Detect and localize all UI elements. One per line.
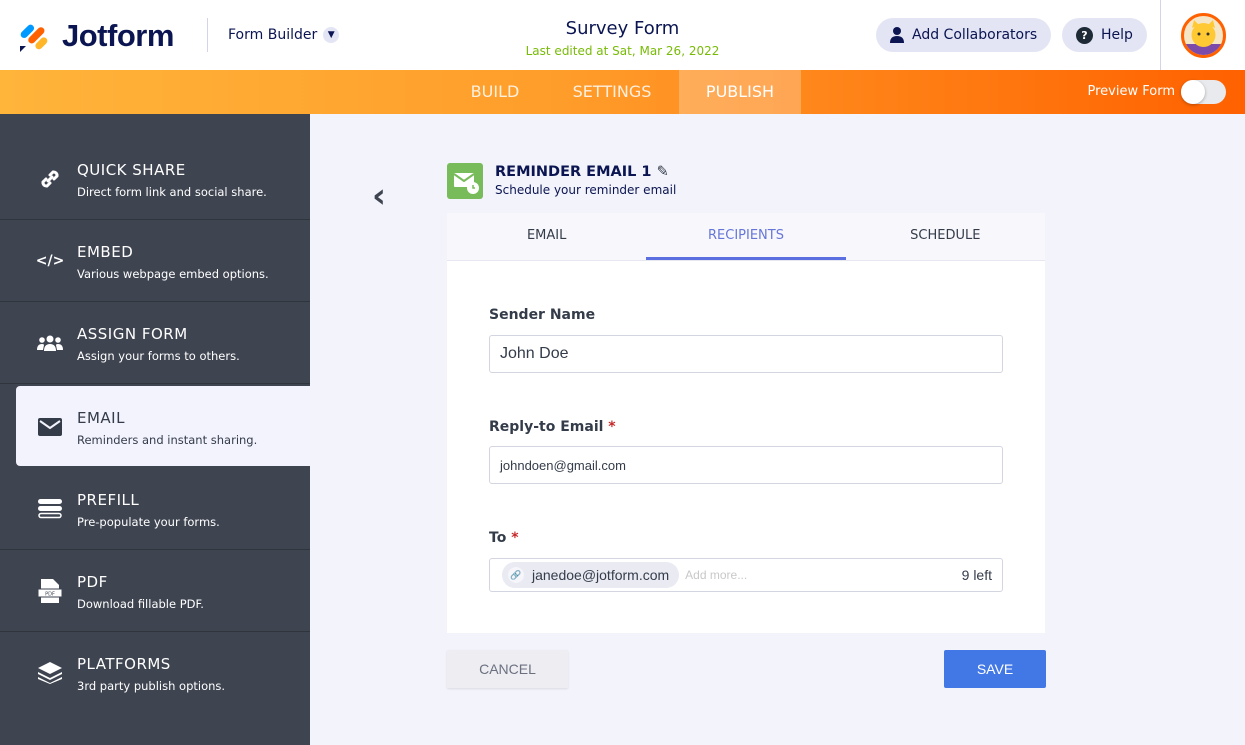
link-icon: 🔗 — [508, 567, 524, 583]
last-edited: Last edited at Sat, Mar 26, 2022 — [525, 44, 720, 58]
preview-form-label: Preview Form — [1087, 84, 1175, 99]
avatar-image — [1184, 20, 1223, 55]
sidebar-item-quick-share[interactable]: QUICK SHARE Direct form link and social s… — [0, 138, 310, 220]
link-icon — [36, 167, 64, 191]
back-chevron-icon[interactable]: ‹ — [372, 176, 386, 216]
save-button[interactable]: SAVE — [944, 650, 1046, 688]
pencil-icon[interactable]: ✎ — [657, 164, 669, 180]
publish-nav-bar: BUILD SETTINGS PUBLISH Preview Form — [0, 70, 1245, 114]
question-icon: ? — [1076, 26, 1093, 44]
prefill-icon — [36, 497, 64, 521]
sidebar-item-email[interactable]: EMAIL Reminders and instant sharing. — [16, 386, 310, 466]
tab-publish[interactable]: PUBLISH — [679, 70, 801, 114]
recipient-chip[interactable]: 🔗 janedoe@jotform.com — [502, 562, 680, 588]
help-button[interactable]: ? Help — [1062, 18, 1147, 52]
reply-to-input[interactable]: johndoen@gmail.com — [489, 446, 1003, 484]
sidebar: QUICK SHARE Direct form link and social s… — [0, 114, 310, 745]
sidebar-item-prefill[interactable]: PREFILL Pre-populate your forms. — [0, 468, 310, 550]
user-icon — [890, 27, 904, 43]
to-label: To * — [489, 530, 519, 546]
tab-email[interactable]: EMAIL — [447, 213, 646, 260]
tab-schedule[interactable]: SCHEDULE — [846, 213, 1045, 260]
svg-text:PDF: PDF — [45, 592, 55, 598]
pdf-icon: PDF — [36, 579, 64, 603]
reminder-email-icon — [447, 163, 483, 199]
avatar[interactable] — [1181, 13, 1226, 58]
reminder-subtitle: Schedule your reminder email — [495, 183, 677, 197]
add-more-placeholder[interactable]: Add more... — [685, 568, 961, 582]
tab-build[interactable]: BUILD — [445, 70, 545, 114]
layers-icon — [36, 661, 64, 685]
remaining-count: 9 left — [961, 567, 992, 583]
reminder-panel: EMAIL RECIPIENTS SCHEDULE Sender Name Jo… — [447, 213, 1045, 633]
sidebar-item-assign-form[interactable]: ASSIGN FORM Assign your forms to others. — [0, 302, 310, 384]
code-icon: </> — [35, 253, 65, 269]
sender-name-input[interactable]: John Doe — [489, 335, 1003, 373]
reminder-title: REMINDER EMAIL 1 ✎ — [495, 164, 669, 180]
sidebar-item-pdf[interactable]: PDF PDF Download fillable PDF. — [0, 550, 310, 632]
sender-name-label: Sender Name — [489, 307, 596, 323]
users-icon — [36, 331, 64, 355]
tab-settings[interactable]: SETTINGS — [545, 70, 679, 114]
add-collaborators-button[interactable]: Add Collaborators — [876, 18, 1052, 52]
form-title: Survey Form — [565, 18, 680, 39]
sidebar-item-platforms[interactable]: PLATFORMS 3rd party publish options. — [0, 632, 310, 714]
divider — [1160, 0, 1161, 70]
sidebar-item-embed[interactable]: </> EMBED Various webpage embed options. — [0, 220, 310, 302]
cancel-button[interactable]: CANCEL — [447, 650, 568, 688]
to-input[interactable]: 🔗 janedoe@jotform.com Add more... 9 left — [489, 558, 1003, 592]
envelope-icon — [36, 415, 64, 439]
top-header: Jotform Form Builder ▼ Survey Form Last e… — [0, 0, 1245, 70]
preview-form-toggle[interactable] — [1181, 80, 1226, 104]
reply-to-label: Reply-to Email * — [489, 419, 616, 435]
tab-recipients[interactable]: RECIPIENTS — [646, 213, 846, 260]
